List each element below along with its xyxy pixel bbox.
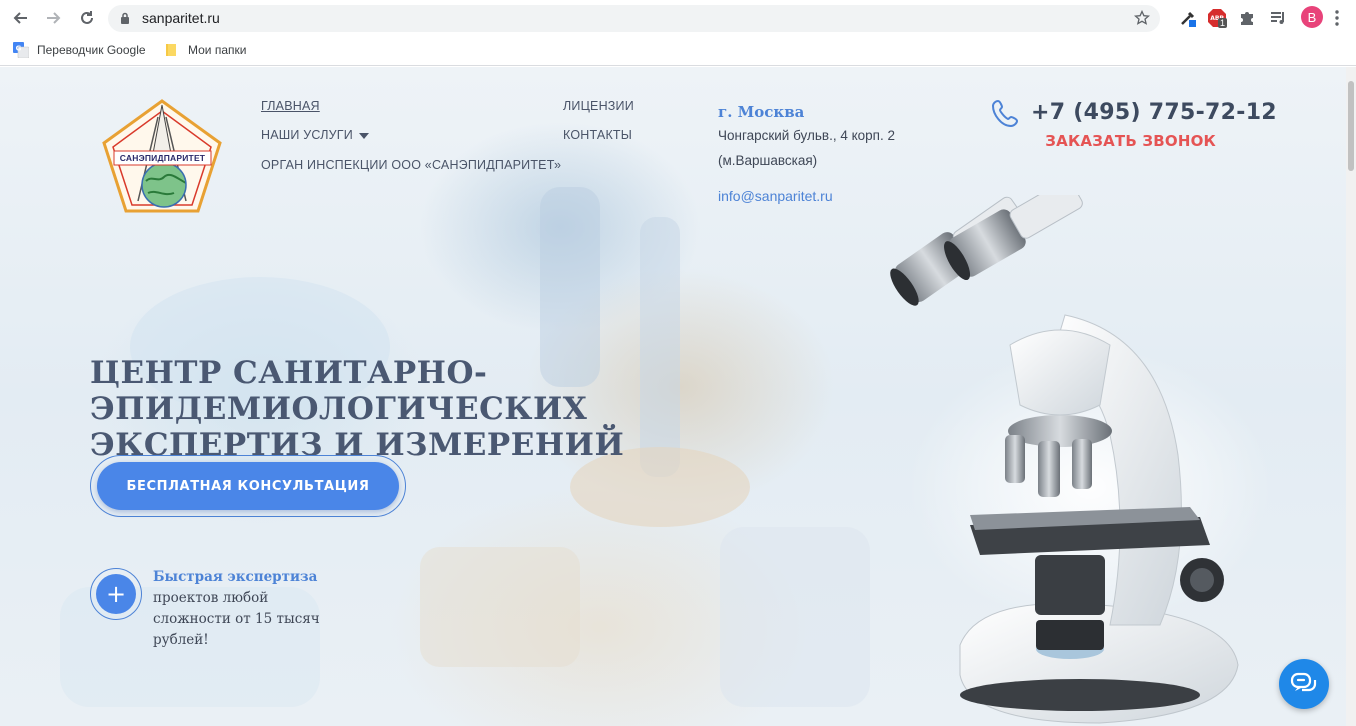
lock-icon	[121, 12, 129, 24]
free-consultation-button[interactable]: БЕСПЛАТНАЯ КОНСУЛЬТАЦИЯ	[97, 462, 399, 510]
hero-title-line-1: ЦЕНТР САНИТАРНО-ЭПИДЕМИОЛОГИЧЕСКИХ	[90, 355, 588, 427]
folder-icon	[166, 44, 176, 56]
nav-services-label: НАШИ УСЛУГИ	[261, 128, 353, 142]
google-translate-icon: G	[13, 42, 29, 58]
nav-contacts[interactable]: КОНТАКТЫ	[563, 128, 632, 142]
eyedropper-extension[interactable]	[1178, 8, 1198, 28]
callback-link[interactable]: ЗАКАЗАТЬ ЗВОНОК	[1045, 132, 1216, 150]
extension-badge: 1	[1218, 18, 1228, 28]
plus-icon: +	[96, 574, 136, 614]
contact-address: Чонгарский бульв., 4 корп. 2	[718, 128, 895, 143]
bookmarks-bar: G Переводчик Google Мои папки	[0, 36, 1356, 66]
microscope-image	[890, 195, 1239, 724]
contact-email-link[interactable]: info@sanparitet.ru	[718, 188, 833, 204]
chat-widget-button[interactable]	[1279, 659, 1329, 709]
page-viewport: САНЭПИДПАРИТЕТ ГЛАВНАЯ НАШИ УСЛУГИ ОРГАН…	[0, 67, 1356, 726]
playlist-icon	[1271, 12, 1284, 24]
back-button[interactable]	[10, 7, 32, 29]
forward-button[interactable]	[42, 7, 64, 29]
contact-city: г. Москва	[718, 103, 805, 121]
feature-text-line-3: рублей!	[153, 632, 209, 648]
page-scrollbar[interactable]	[1346, 67, 1356, 726]
dropdown-caret-icon	[358, 132, 369, 139]
svg-text:G: G	[16, 45, 22, 53]
nav-home[interactable]: ГЛАВНАЯ	[261, 99, 320, 113]
forward-arrow-icon	[47, 12, 61, 24]
phone-number[interactable]: +7 (495) 775-72-12	[1031, 100, 1277, 125]
eyedropper-icon	[1181, 11, 1196, 27]
bookmark-label: Переводчик Google	[37, 43, 146, 57]
nav-inspection[interactable]: ОРГАН ИНСПЕКЦИИ ООО «САНЭПИДПАРИТЕТ»	[261, 158, 561, 172]
media-control-button[interactable]	[1268, 8, 1288, 28]
feature-text-line-2: сложности от 15 тысяч	[153, 611, 320, 627]
extensions-button[interactable]	[1237, 8, 1257, 28]
browser-toolbar: sanparitet.ru ABP 1 B	[0, 0, 1356, 36]
contact-metro: (м.Варшавская)	[718, 153, 818, 168]
feature-text-line-1: проектов любой	[153, 590, 269, 606]
nav-licenses[interactable]: ЛИЦЕНЗИИ	[563, 99, 634, 113]
logo-text: САНЭПИДПАРИТЕТ	[119, 153, 206, 163]
nav-services[interactable]: НАШИ УСЛУГИ	[261, 128, 369, 142]
bookmark-star-icon[interactable]	[1134, 10, 1150, 26]
profile-avatar[interactable]: B	[1301, 6, 1323, 28]
puzzle-icon	[1241, 12, 1253, 25]
phone-icon	[991, 99, 1019, 128]
scrollbar-thumb[interactable]	[1348, 81, 1354, 171]
bookmark-folder[interactable]: Мои папки	[164, 42, 246, 58]
chat-bubbles-icon	[1290, 672, 1317, 692]
reload-button[interactable]	[76, 7, 98, 29]
feature-title: Быстрая экспертиза	[153, 569, 318, 585]
bookmark-google-translate[interactable]: G Переводчик Google	[13, 42, 146, 58]
kebab-menu-icon	[1335, 10, 1339, 26]
back-arrow-icon	[13, 12, 27, 24]
chrome-menu-button[interactable]	[1327, 8, 1347, 28]
hero-title: ЦЕНТР САНИТАРНО-ЭПИДЕМИОЛОГИЧЕСКИХ ЭКСПЕ…	[90, 355, 890, 463]
bookmark-label: Мои папки	[188, 43, 247, 57]
address-bar[interactable]: sanparitet.ru	[108, 5, 1160, 32]
reload-icon	[81, 11, 93, 24]
url-text: sanparitet.ru	[142, 10, 220, 26]
adblock-extension[interactable]: ABP 1	[1207, 8, 1228, 28]
